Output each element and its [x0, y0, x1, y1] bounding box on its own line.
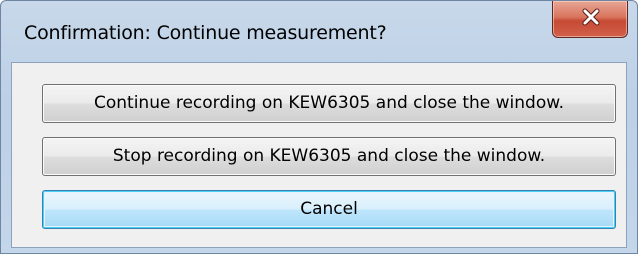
cancel-button[interactable]: Cancel [42, 190, 616, 229]
dialog-title: Confirmation: Continue measurement? [24, 22, 387, 44]
continue-recording-button[interactable]: Continue recording on KEW6305 and close … [42, 84, 616, 123]
close-icon [582, 8, 600, 26]
confirmation-dialog: Confirmation: Continue measurement? Cont… [0, 0, 638, 254]
stop-recording-button[interactable]: Stop recording on KEW6305 and close the … [42, 137, 616, 176]
close-button[interactable] [552, 1, 628, 38]
dialog-body: Continue recording on KEW6305 and close … [11, 62, 627, 248]
title-bar[interactable]: Confirmation: Continue measurement? [1, 1, 637, 61]
